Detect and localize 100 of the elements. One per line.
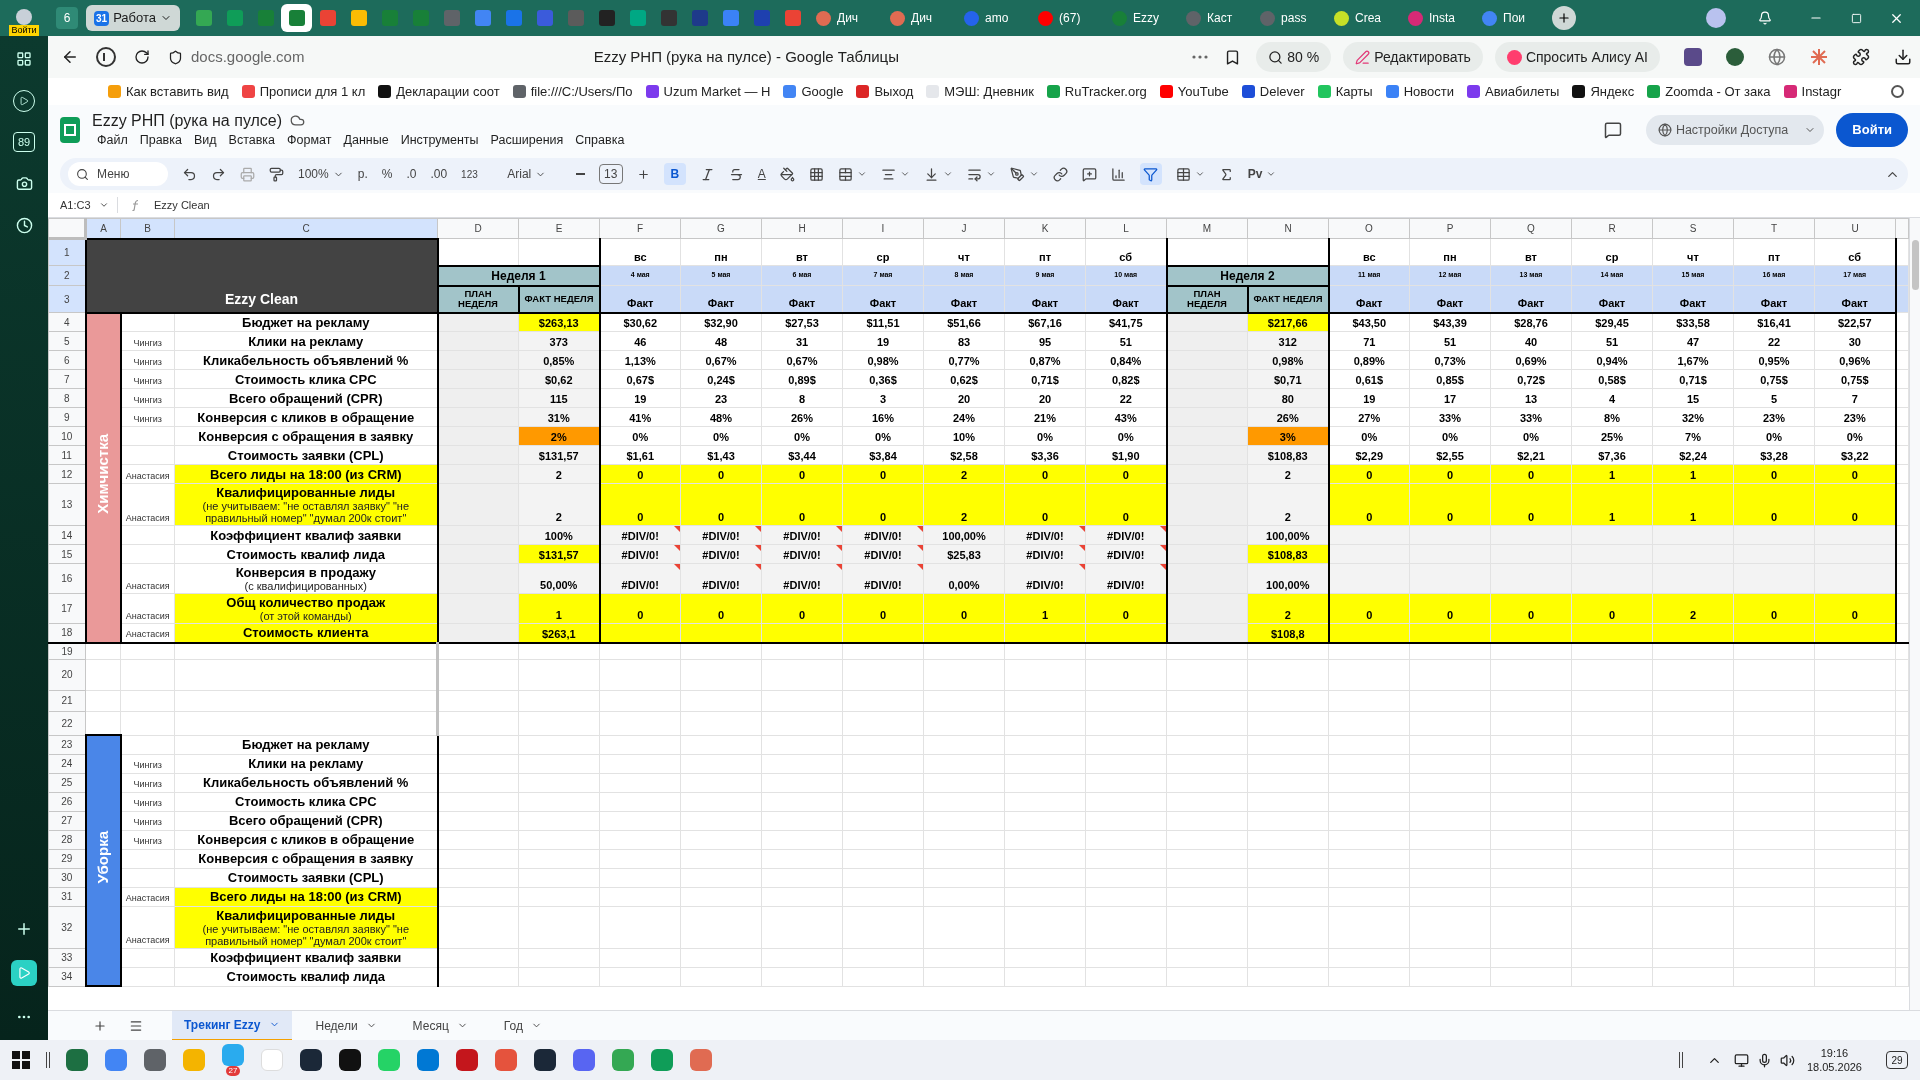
menu-item[interactable]: Инструменты bbox=[395, 130, 484, 150]
menu-item[interactable]: Файл bbox=[92, 130, 133, 150]
menu-item[interactable]: Правка bbox=[134, 130, 187, 150]
bookmark-link[interactable]: YouTube bbox=[1159, 81, 1229, 102]
menu-item[interactable]: Справка bbox=[570, 130, 630, 150]
sheet-tab[interactable]: Год bbox=[491, 1010, 554, 1040]
edit-button[interactable]: Редактировать bbox=[1343, 42, 1483, 72]
table-cell: #DIV/0! bbox=[599, 563, 681, 594]
menu-item[interactable]: Расширения bbox=[485, 130, 569, 150]
formula-text[interactable]: Ezzy Clean bbox=[154, 196, 210, 214]
zoom-button[interactable]: 80 % bbox=[1256, 42, 1332, 72]
clock-date[interactable]: 18.05.2026 bbox=[1806, 1060, 1862, 1074]
bookmark-link[interactable]: Прописи для 1 кл bbox=[241, 81, 366, 102]
menu-item[interactable]: Вид bbox=[188, 130, 222, 150]
url-text[interactable]: docs.google.com bbox=[191, 45, 305, 69]
document-title[interactable]: Ezzy РНП (рука на пулсе) bbox=[92, 110, 283, 131]
row-number[interactable]: 1 bbox=[48, 238, 86, 266]
column-header[interactable]: S bbox=[1652, 218, 1734, 239]
number-format-button[interactable]: 123 bbox=[461, 166, 478, 182]
tab-group[interactable]: 31 Работа bbox=[86, 5, 181, 31]
sheet-tab[interactable]: Недели bbox=[303, 1010, 389, 1040]
column-header[interactable]: H bbox=[761, 218, 843, 239]
bookmark-link[interactable]: Декларации соот bbox=[378, 81, 500, 102]
percent-button[interactable]: % bbox=[381, 165, 393, 183]
column-header[interactable]: A bbox=[85, 218, 121, 239]
browser-tab[interactable]: (67) bbox=[1030, 4, 1105, 32]
bookmark-link[interactable]: Delever bbox=[1241, 81, 1305, 102]
browser-tab[interactable]: Каст bbox=[1178, 4, 1253, 32]
column-header[interactable]: F bbox=[599, 218, 681, 239]
bookmark-link[interactable]: Как вставить вид bbox=[108, 81, 229, 102]
currency-button[interactable]: р. bbox=[357, 165, 368, 183]
bookmark-link[interactable]: Google bbox=[783, 81, 844, 102]
row-number[interactable]: 32 bbox=[48, 906, 86, 948]
browser-tab[interactable]: amo bbox=[956, 4, 1031, 32]
bookmark-link[interactable]: Яндекс bbox=[1572, 81, 1635, 102]
column-header[interactable]: E bbox=[518, 218, 600, 239]
bookmark-link[interactable]: RuTracker.org bbox=[1046, 81, 1147, 102]
bookmark-link[interactable]: Карты bbox=[1317, 81, 1373, 102]
row-number[interactable]: 16 bbox=[48, 563, 86, 594]
bookmark-link[interactable]: file:///C:/Users/По bbox=[512, 81, 633, 102]
row-number[interactable]: 22 bbox=[48, 711, 86, 735]
column-header[interactable]: M bbox=[1166, 218, 1248, 239]
bookmark-link[interactable]: Выход bbox=[856, 81, 914, 102]
decrease-decimals-button[interactable]: .0 bbox=[406, 165, 417, 183]
bookmark-link[interactable]: Авиабилеты bbox=[1467, 81, 1560, 102]
column-header[interactable]: K bbox=[1004, 218, 1086, 239]
bold-button[interactable]: B bbox=[663, 163, 686, 185]
font-size-field[interactable]: 13 bbox=[598, 164, 623, 184]
browser-tab[interactable]: pass bbox=[1252, 4, 1327, 32]
bookmark-link[interactable]: Новости bbox=[1385, 81, 1454, 102]
row-number[interactable]: 2 bbox=[48, 265, 86, 286]
mail-badge[interactable]: 89 bbox=[13, 132, 35, 152]
zoom-select[interactable]: 100% bbox=[298, 165, 344, 183]
menu-item[interactable]: Формат bbox=[282, 130, 337, 150]
bookmark-link[interactable]: Instagr bbox=[1783, 81, 1842, 102]
row-number[interactable]: 20 bbox=[48, 659, 86, 690]
bookmark-link[interactable]: Zoomda - От зака bbox=[1647, 81, 1771, 102]
column-header[interactable]: L bbox=[1085, 218, 1167, 239]
browser-tab[interactable]: Дич bbox=[808, 4, 883, 32]
column-header[interactable]: U bbox=[1814, 218, 1896, 239]
text-color-button[interactable]: A bbox=[757, 165, 766, 183]
clock-time[interactable]: 19:16 bbox=[1820, 1046, 1849, 1060]
browser-tab[interactable]: Crea bbox=[1326, 4, 1401, 32]
column-header[interactable]: D bbox=[437, 218, 519, 239]
sheet-tab[interactable]: Трекинг Ezzy bbox=[172, 1010, 292, 1040]
column-header[interactable]: T bbox=[1733, 218, 1815, 239]
access-button[interactable]: Настройки Доступа bbox=[1645, 115, 1825, 145]
sheet-tab[interactable]: Месяц bbox=[400, 1010, 480, 1040]
browser-tab[interactable]: Insta bbox=[1400, 4, 1475, 32]
row-number[interactable]: 17 bbox=[48, 593, 86, 624]
tab-count[interactable]: 6 bbox=[56, 7, 78, 29]
column-header[interactable]: B bbox=[120, 218, 175, 239]
column-header[interactable]: G bbox=[680, 218, 762, 239]
bookmark-link[interactable]: МЭШ: Дневник bbox=[926, 81, 1034, 102]
column-header[interactable]: R bbox=[1571, 218, 1653, 239]
column-header[interactable]: J bbox=[923, 218, 1005, 239]
column-header[interactable]: N bbox=[1247, 218, 1329, 239]
column-header[interactable]: Q bbox=[1490, 218, 1572, 239]
font-select[interactable]: Arial bbox=[491, 165, 562, 183]
row-number[interactable]: 21 bbox=[48, 690, 86, 711]
row-number[interactable]: 13 bbox=[48, 483, 86, 526]
login-button[interactable]: Войти bbox=[1836, 113, 1908, 147]
row-number[interactable]: 3 bbox=[48, 285, 86, 313]
bookmark-link[interactable]: Uzum Market — Н bbox=[645, 81, 771, 102]
increase-decimals-button[interactable]: .00 bbox=[430, 165, 448, 183]
column-header[interactable]: P bbox=[1409, 218, 1491, 239]
profile-button[interactable]: Войти bbox=[0, 0, 48, 36]
input-tools-button[interactable]: Pv bbox=[1247, 165, 1277, 183]
column-header[interactable]: O bbox=[1328, 218, 1410, 239]
menu-search[interactable]: Меню bbox=[68, 162, 168, 186]
browser-tab[interactable]: Ezzy bbox=[1104, 4, 1179, 32]
browser-tab[interactable]: Дич bbox=[882, 4, 957, 32]
name-box[interactable]: A1:C3 bbox=[48, 196, 118, 214]
column-header[interactable]: I bbox=[842, 218, 924, 239]
ask-button[interactable]: Спросить Алису AI bbox=[1494, 42, 1660, 72]
notifications-badge[interactable]: 29 bbox=[1886, 1051, 1908, 1069]
column-header[interactable]: C bbox=[174, 218, 438, 239]
menu-item[interactable]: Вставка bbox=[223, 130, 281, 150]
menu-item[interactable]: Данные bbox=[338, 130, 394, 150]
browser-tab[interactable]: Пои bbox=[1474, 4, 1549, 32]
